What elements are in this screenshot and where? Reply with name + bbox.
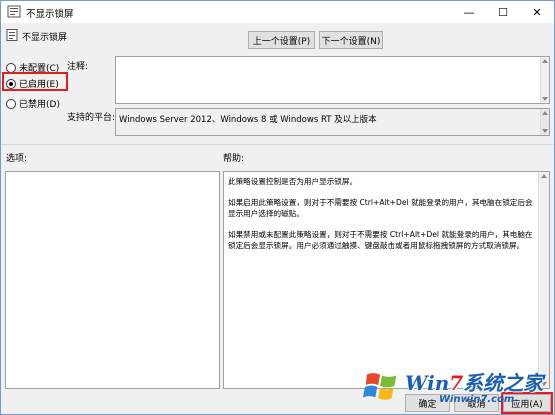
site-watermark: Win7系统之家 Winwin7.com: [361, 361, 555, 415]
comment-scrollbar[interactable]: [540, 57, 549, 103]
policy-dialog: 不显示锁屏 — ☐ ✕ 不显示锁屏 上一个设置(P) 下一个设置(N) 未配置(…: [0, 0, 555, 415]
next-setting-button[interactable]: 下一个设置(N): [319, 31, 383, 49]
supported-platform-field: Windows Server 2012、Windows 8 或 Windows …: [115, 108, 550, 136]
radio-button[interactable]: [6, 98, 16, 109]
radio-disabled[interactable]: 已禁用(D): [6, 97, 60, 110]
title-bar: 不显示锁屏 — ☐ ✕: [1, 1, 554, 23]
scroll-down-icon[interactable]: [542, 97, 548, 101]
policy-name: 不显示锁屏: [22, 33, 68, 43]
platform-scrollbar[interactable]: [540, 109, 549, 135]
scroll-up-icon[interactable]: [541, 174, 547, 178]
scroll-up-icon[interactable]: [542, 59, 548, 63]
help-paragraph: 如果启用此策略设置，则对于不需要按 Ctrl+Alt+Del 就能登录的用户，其…: [228, 198, 533, 218]
platform-value: Windows Server 2012、Windows 8 或 Windows …: [119, 115, 377, 125]
previous-setting-button[interactable]: 上一个设置(P): [248, 31, 315, 49]
options-label: 选项:: [6, 154, 28, 164]
policy-settings-icon: [7, 5, 21, 18]
minimize-button[interactable]: —: [452, 1, 486, 23]
help-panel: 此策略设置控制是否为用户显示锁屏。 如果启用此策略设置，则对于不需要按 Ctrl…: [223, 171, 550, 389]
enabled-highlight-box: [2, 72, 68, 91]
close-button[interactable]: ✕: [520, 1, 554, 23]
help-paragraph: 此策略设置控制是否为用户显示锁屏。: [228, 177, 358, 186]
maximize-button[interactable]: ☐: [486, 1, 520, 23]
watermark-url: Winwin7.com: [439, 394, 515, 405]
windows-flag-icon: [363, 373, 397, 400]
scroll-up-icon[interactable]: [542, 111, 548, 115]
radio-button[interactable]: [6, 62, 16, 73]
window-title: 不显示锁屏: [26, 9, 74, 20]
help-label: 帮助:: [223, 154, 245, 164]
comment-label: 注释:: [67, 62, 89, 72]
help-paragraph: 如果禁用或未配置此策略设置，则对于不需要按 Ctrl+Alt+Del 就能登录的…: [228, 230, 533, 250]
help-scrollbar[interactable]: [538, 172, 549, 388]
options-panel: [5, 171, 220, 389]
section-divider: [1, 144, 554, 145]
policy-settings-icon: [6, 29, 18, 41]
watermark-brand: Win7系统之家: [405, 371, 544, 395]
comment-textarea[interactable]: [115, 56, 550, 104]
radio-label: 已禁用(D): [19, 100, 60, 110]
scroll-down-icon[interactable]: [542, 129, 548, 133]
platform-label: 支持的平台:: [67, 113, 116, 123]
